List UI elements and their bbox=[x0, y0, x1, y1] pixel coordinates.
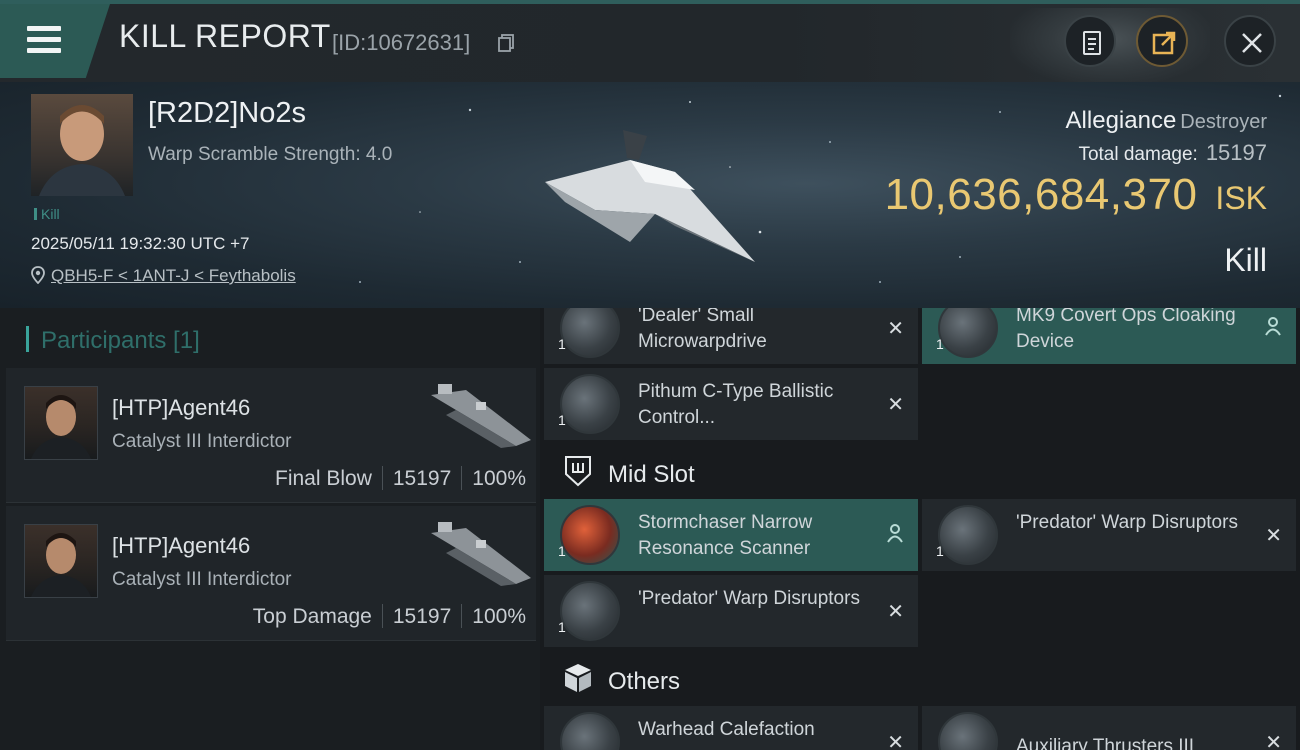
victim-pilot-name[interactable]: [R2D2]No2s bbox=[148, 97, 306, 130]
participant-damage: 15197 bbox=[392, 605, 452, 628]
module-icon bbox=[938, 505, 998, 565]
menu-icon bbox=[27, 26, 61, 54]
mid-slot-label: Mid Slot bbox=[608, 461, 695, 488]
participant-card[interactable]: [HTP]Agent46 Catalyst III Interdictor Fi… bbox=[6, 368, 536, 503]
module-name: Warhead Calefaction bbox=[638, 719, 815, 740]
module-slot[interactable]: 1 'Predator' Warp Disruptors ✕ bbox=[922, 499, 1296, 571]
location-path[interactable]: QBH5-F < 1ANT-J < Feythabolis bbox=[51, 266, 296, 285]
module-slot[interactable]: 1 'Dealer' Small Microwarpdrive ✕ bbox=[544, 308, 918, 364]
kill-result: Kill bbox=[1224, 242, 1267, 278]
participant-ship-image bbox=[431, 522, 531, 586]
ship-name: Allegiance bbox=[1065, 107, 1177, 134]
module-name: Pithum C-Type Ballistic Control... bbox=[638, 381, 834, 428]
dropped-person-icon bbox=[1265, 317, 1281, 336]
destroyed-x-icon: ✕ bbox=[887, 730, 904, 750]
page-title: KILL REPORT bbox=[119, 18, 331, 54]
module-name: 'Dealer' Small Microwarpdrive bbox=[638, 308, 767, 352]
mid-slot-heading: Mid Slot bbox=[562, 454, 695, 489]
participant-role: Top Damage bbox=[252, 605, 372, 628]
module-icon bbox=[560, 505, 620, 565]
module-slot[interactable]: 1 MK9 Covert Ops Cloaking Device bbox=[922, 308, 1296, 364]
close-button[interactable] bbox=[1224, 15, 1276, 67]
destroyed-x-icon: ✕ bbox=[1265, 523, 1282, 547]
module-name: 'Predator' Warp Disruptors bbox=[638, 588, 860, 609]
cargo-box-icon bbox=[565, 664, 591, 692]
module-icon bbox=[938, 308, 998, 358]
total-damage-label: Total damage: bbox=[1078, 144, 1198, 165]
module-name: 'Predator' Warp Disruptors bbox=[1016, 512, 1238, 533]
module-quantity: 1 bbox=[558, 412, 566, 428]
participant-card[interactable]: [HTP]Agent46 Catalyst III Interdictor To… bbox=[6, 506, 536, 641]
location-pin-icon bbox=[31, 266, 45, 285]
fitting-panel[interactable]: 1 'Dealer' Small Microwarpdrive ✕ 1 MK9 … bbox=[540, 308, 1300, 750]
module-slot[interactable]: 1 'Predator' Warp Disruptors ✕ bbox=[544, 575, 918, 647]
participant-ship: Catalyst III Interdictor bbox=[112, 569, 292, 590]
copy-icon[interactable] bbox=[498, 34, 514, 52]
participant-name[interactable]: [HTP]Agent46 bbox=[112, 395, 250, 421]
kill-location[interactable]: QBH5-F < 1ANT-J < Feythabolis bbox=[31, 266, 296, 286]
module-quantity: 1 bbox=[936, 336, 944, 352]
module-quantity: 1 bbox=[558, 336, 566, 352]
module-icon bbox=[560, 308, 620, 358]
module-icon bbox=[560, 581, 620, 641]
module-icon bbox=[560, 374, 620, 434]
others-heading: Others bbox=[562, 661, 680, 696]
isk-value: 10,636,684,370 bbox=[884, 170, 1198, 219]
module-quantity: 1 bbox=[558, 619, 566, 635]
participants-heading: Participants [1] bbox=[26, 326, 200, 355]
participant-ship-image bbox=[431, 384, 531, 448]
participant-name[interactable]: [HTP]Agent46 bbox=[112, 533, 250, 559]
module-slot[interactable]: 1 Pithum C-Type Ballistic Control... ✕ bbox=[544, 368, 918, 440]
module-name: MK9 Covert Ops Cloaking Device bbox=[1016, 308, 1236, 352]
destroyed-x-icon: ✕ bbox=[1265, 730, 1282, 750]
destroyed-x-icon: ✕ bbox=[887, 316, 904, 340]
kill-tag: Kill bbox=[34, 206, 60, 222]
warp-scramble-strength: Warp Scramble Strength: 4.0 bbox=[148, 144, 393, 165]
victim-portrait[interactable] bbox=[31, 94, 133, 196]
share-button[interactable] bbox=[1136, 15, 1188, 67]
close-icon bbox=[1242, 33, 1262, 53]
share-icon bbox=[1152, 31, 1176, 55]
destroyed-x-icon: ✕ bbox=[887, 599, 904, 623]
clipboard-button[interactable] bbox=[1064, 15, 1116, 67]
isk-unit: ISK bbox=[1215, 180, 1267, 216]
ship-class: Destroyer bbox=[1180, 111, 1267, 133]
module-quantity: 1 bbox=[936, 543, 944, 559]
total-damage: Total damage: 15197 bbox=[1078, 140, 1267, 166]
module-slot[interactable]: 1 Stormchaser Narrow Resonance Scanner bbox=[544, 499, 918, 571]
others-label: Others bbox=[608, 668, 681, 695]
participant-percent: 100% bbox=[472, 605, 526, 628]
module-name: Auxiliary Thrusters III bbox=[1016, 736, 1195, 750]
module-icon bbox=[560, 712, 620, 750]
victim-ship: Allegiance Destroyer bbox=[1066, 107, 1267, 135]
module-quantity: 1 bbox=[558, 543, 566, 559]
participant-ship: Catalyst III Interdictor bbox=[112, 431, 292, 452]
victim-banner: [R2D2]No2s Warp Scramble Strength: 4.0 K… bbox=[0, 82, 1300, 308]
module-slot[interactable]: 1 Auxiliary Thrusters III ✕ bbox=[922, 706, 1296, 750]
participant-avatar[interactable] bbox=[24, 386, 98, 460]
module-name: Stormchaser Narrow Resonance Scanner bbox=[638, 512, 813, 559]
isk-value-row: 10,636,684,370 ISK bbox=[885, 170, 1267, 220]
mid-slot-icon bbox=[565, 456, 591, 487]
module-icon bbox=[938, 712, 998, 750]
module-slot[interactable]: 1 Warhead Calefaction ✕ bbox=[544, 706, 918, 750]
participant-percent: 100% bbox=[472, 467, 526, 490]
participant-stats: Top Damage 15197 100% bbox=[253, 604, 526, 629]
total-damage-value: 15197 bbox=[1205, 140, 1267, 165]
kill-datetime: 2025/05/11 19:32:30 UTC +7 bbox=[31, 234, 250, 253]
participants-panel[interactable]: Participants [1] [HTP]Agent46 Catalyst I… bbox=[0, 308, 540, 750]
destroyed-x-icon: ✕ bbox=[887, 392, 904, 416]
participant-stats: Final Blow 15197 100% bbox=[275, 466, 526, 491]
report-id: [ID:10672631] bbox=[332, 30, 471, 55]
clipboard-icon bbox=[1083, 31, 1101, 55]
dropped-person-icon bbox=[887, 524, 903, 543]
participant-avatar[interactable] bbox=[24, 524, 98, 598]
participant-damage: 15197 bbox=[392, 467, 452, 490]
victim-ship-image bbox=[545, 130, 755, 262]
participant-role: Final Blow bbox=[275, 467, 372, 490]
